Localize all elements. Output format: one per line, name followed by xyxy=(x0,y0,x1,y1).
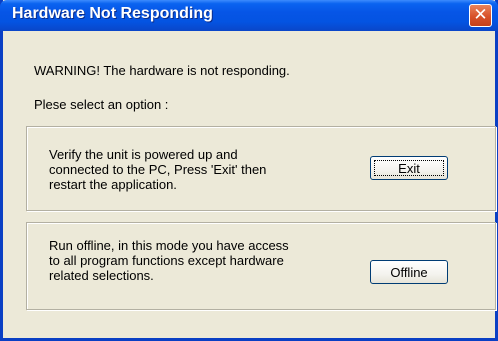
dialog-title: Hardware Not Responding xyxy=(12,5,213,22)
focus-ring xyxy=(374,160,444,176)
exit-button[interactable]: Exit xyxy=(370,156,448,180)
close-button[interactable]: ✕ xyxy=(469,4,492,27)
close-icon: ✕ xyxy=(473,5,488,24)
exit-option-group: Verify the unit is powered up and connec… xyxy=(26,126,496,211)
warning-message: WARNING! The hardware is not responding. xyxy=(34,63,290,78)
exit-option-description: Verify the unit is powered up and connec… xyxy=(49,147,267,192)
option-prompt: Plese select an option : xyxy=(34,97,169,112)
offline-option-group: Run offline, in this mode you have acces… xyxy=(26,222,496,310)
hardware-not-responding-dialog: Hardware Not Responding ✕ WARNING! The h… xyxy=(0,0,498,341)
offline-button-label: Offline xyxy=(390,264,428,280)
offline-option-description: Run offline, in this mode you have acces… xyxy=(49,238,289,283)
title-bar[interactable]: Hardware Not Responding ✕ xyxy=(0,0,498,31)
offline-button[interactable]: Offline xyxy=(370,260,448,284)
